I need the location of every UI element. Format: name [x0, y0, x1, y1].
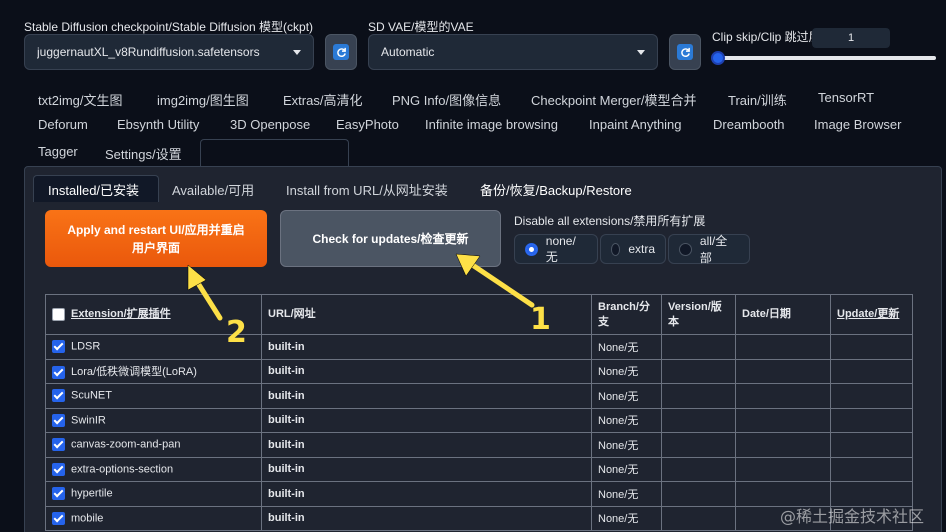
annotation-number-2: 2: [226, 315, 247, 350]
annotation-arrows: [187, 253, 535, 321]
annotation-number-1: 1: [530, 302, 551, 337]
watermark: @稀土掘金技术社区: [780, 507, 925, 526]
